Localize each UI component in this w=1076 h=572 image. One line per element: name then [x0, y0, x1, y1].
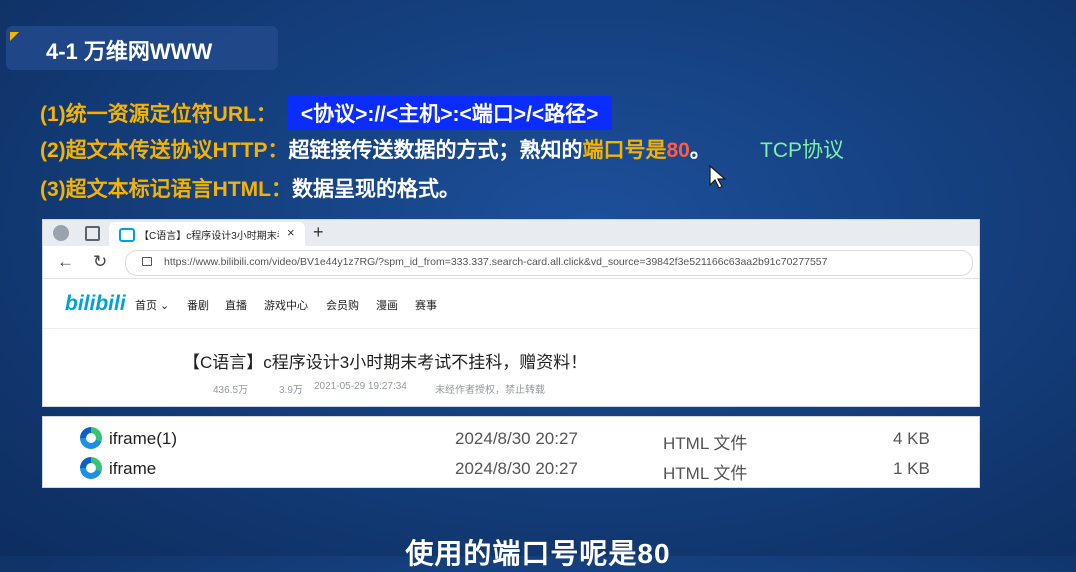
- video-title: 【C语言】c程序设计3小时期末考试不挂科，赠资料！: [183, 353, 588, 372]
- tab-close-icon[interactable]: ×: [287, 225, 295, 240]
- bilibili-header: bilibili 首页 ⌄ 番剧 直播 游戏中心 会员购 漫画 赛事: [43, 278, 979, 329]
- tcp-annotation: TCP协议: [760, 139, 844, 162]
- file-modified: 2024/8/30 20:27: [455, 459, 578, 478]
- file-type: HTML 文件: [663, 434, 748, 453]
- back-arrow-icon[interactable]: ←: [57, 252, 74, 272]
- bullet-html: (3)超文本标记语言HTML：数据呈现的格式。: [40, 173, 460, 203]
- http-port-number: 80: [666, 139, 690, 162]
- url-format-highlight: <协议>://<主机>:<端口>/<路径>: [286, 96, 613, 130]
- nav-home[interactable]: 首页 ⌄: [135, 297, 169, 313]
- tab-actions-icon[interactable]: [85, 226, 100, 241]
- lock-icon[interactable]: [142, 257, 152, 266]
- nav-manga[interactable]: 漫画: [376, 297, 398, 313]
- profile-icon[interactable]: [53, 225, 69, 241]
- http-known: 熟知的: [519, 139, 583, 162]
- bilibili-logo[interactable]: bilibili: [65, 292, 126, 316]
- mouse-cursor-icon: [709, 164, 727, 189]
- nav-game-center[interactable]: 游戏中心: [264, 297, 308, 313]
- url-label: (1)统一资源定位符URL：: [40, 103, 277, 126]
- url-text: https://www.bilibili.com/video/BV1e44y1z…: [164, 256, 828, 268]
- publish-date: 2021-05-29 19:27:34: [314, 381, 407, 392]
- browser-window: 【C语言】c程序设计3小时期末考 × + ← ↻ https://www.bil…: [42, 219, 980, 407]
- html-label: (3)超文本标记语言HTML：: [40, 178, 292, 201]
- address-bar-row: ← ↻ https://www.bilibili.com/video/BV1e4…: [43, 246, 979, 279]
- video-subtitle: 使用的端口号呢是80: [405, 538, 671, 569]
- html-desc: 数据呈现的格式。: [291, 178, 460, 201]
- edge-browser-icon: [80, 427, 102, 449]
- file-size: 4 KB: [893, 429, 930, 448]
- browser-tab-bar: 【C语言】c程序设计3小时期末考 × +: [43, 220, 979, 246]
- url-input[interactable]: https://www.bilibili.com/video/BV1e44y1z…: [125, 250, 973, 276]
- http-port-label: 端口号是: [582, 139, 667, 162]
- http-label: (2)超文本传送协议HTTP：: [40, 139, 289, 162]
- file-row[interactable]: iframe 2024/8/30 20:27 HTML 文件 1 KB: [43, 454, 979, 484]
- slide-title: 4-1 万维网WWW: [46, 39, 213, 64]
- browser-tab[interactable]: 【C语言】c程序设计3小时期末考 ×: [109, 222, 305, 246]
- nav-esports[interactable]: 赛事: [415, 297, 437, 313]
- file-type: HTML 文件: [663, 464, 748, 483]
- view-count: 436.5万: [213, 385, 249, 396]
- tab-title: 【C语言】c程序设计3小时期末考: [139, 231, 279, 242]
- bullet-http: (2)超文本传送协议HTTP：超链接传送数据的方式；熟知的端口号是80。: [40, 134, 711, 164]
- nav-live[interactable]: 直播: [225, 297, 247, 313]
- file-list: iframe(1) 2024/8/30 20:27 HTML 文件 4 KB i…: [42, 416, 980, 488]
- file-name: iframe(1): [109, 429, 178, 448]
- nav-anime[interactable]: 番剧: [187, 297, 209, 313]
- nav-membership-shop[interactable]: 会员购: [326, 297, 359, 313]
- edge-browser-icon: [80, 457, 102, 479]
- file-size: 1 KB: [893, 459, 930, 478]
- reload-icon[interactable]: ↻: [93, 252, 107, 272]
- copyright-notice: 未经作者授权，禁止转载: [435, 385, 545, 396]
- new-tab-icon[interactable]: +: [313, 222, 324, 243]
- bullet-url: (1)统一资源定位符URL： <协议>://<主机>:<端口>/<路径>: [40, 96, 613, 130]
- danmaku-count: 3.9万: [279, 385, 303, 396]
- file-modified: 2024/8/30 20:27: [455, 429, 578, 448]
- http-period: 。: [689, 139, 711, 162]
- file-name: iframe: [109, 459, 157, 478]
- bilibili-favicon-icon: [119, 228, 135, 242]
- title-corner-mark: [10, 32, 19, 41]
- file-row[interactable]: iframe(1) 2024/8/30 20:27 HTML 文件 4 KB: [43, 424, 979, 454]
- http-desc: 超链接传送数据的方式；: [288, 139, 520, 162]
